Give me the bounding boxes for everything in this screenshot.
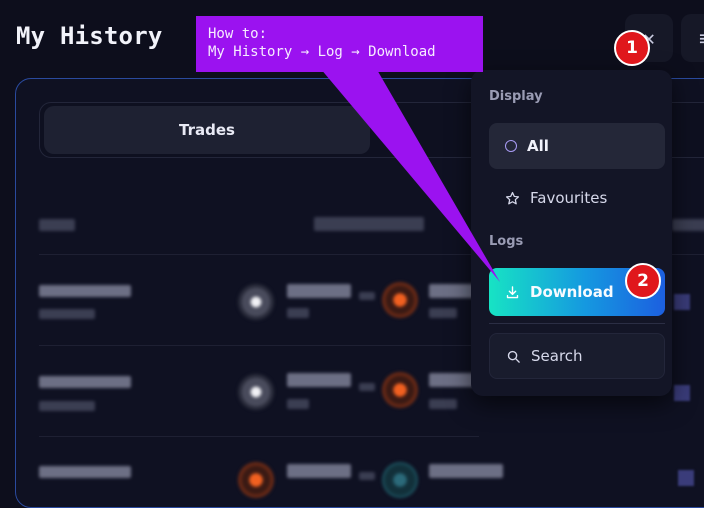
step-badge-2: 2 <box>625 263 661 299</box>
callout-line-2: My History → Log → Download <box>208 44 436 60</box>
callout-pointer <box>320 68 500 282</box>
callout-line-1: How to: <box>208 26 268 42</box>
step-badge-1: 1 <box>614 30 650 66</box>
instruction-callout: How to: My History → Log → Download <box>196 16 483 72</box>
